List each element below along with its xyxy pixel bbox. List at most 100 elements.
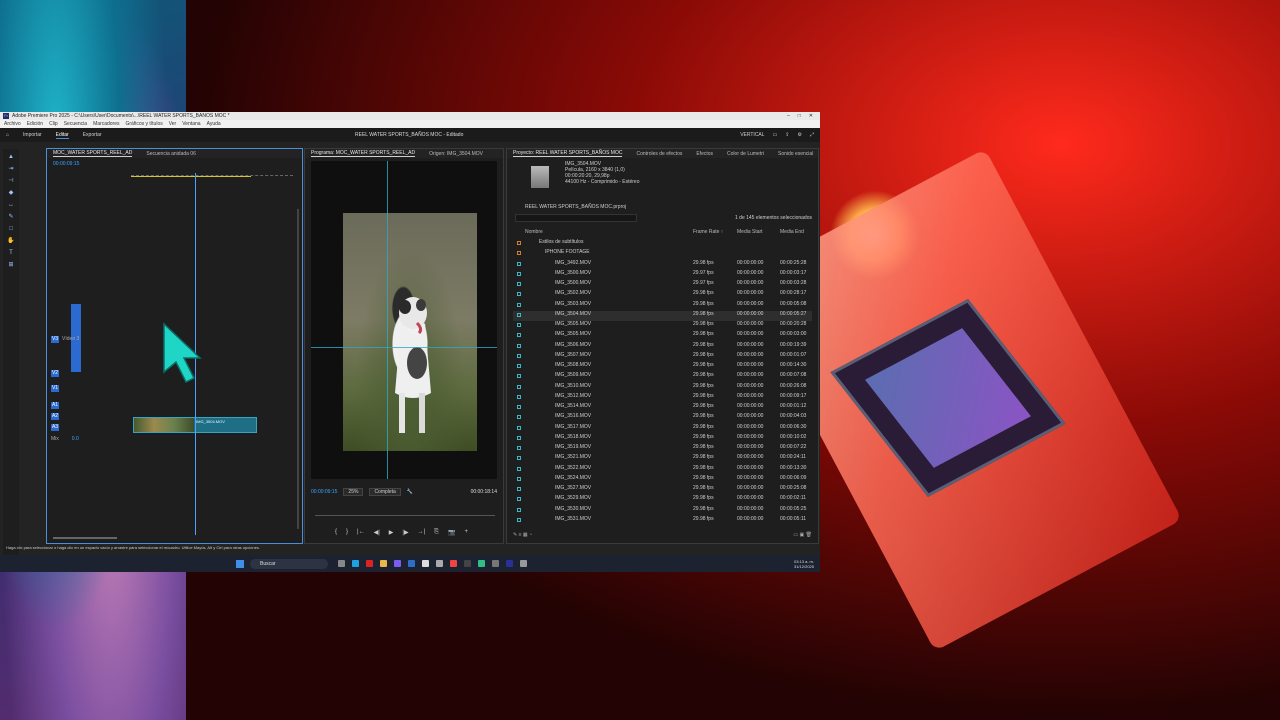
hand-tool-icon[interactable]: ✋ (7, 237, 15, 245)
export-frame-button[interactable]: 📷 (448, 529, 455, 536)
home-icon[interactable]: ⌂ (6, 132, 9, 138)
slip-tool-icon[interactable]: ↔ (7, 201, 15, 209)
track-a2[interactable]: A2 (51, 412, 59, 420)
wrench-icon[interactable]: 🔧 (407, 489, 413, 495)
lift-button[interactable]: ⎘ (434, 529, 439, 536)
menu-secuencia[interactable]: Secuencia (64, 121, 87, 127)
taskbar-clock[interactable]: 03:13 a. m. 31/12/2025 (794, 559, 814, 569)
track-id-a1[interactable]: A1 (51, 401, 59, 409)
clip-row[interactable]: IMG_3504.MOV 29.98 fps 00:00:00:00 00:00:05… (513, 310, 812, 321)
clip-row[interactable]: IMG_3517.MOV 29.98 fps 00:00:00:00 00:00:06… (513, 424, 812, 434)
razor-tool-icon[interactable]: ◆ (7, 189, 15, 197)
work-area-bar[interactable] (131, 176, 251, 177)
share-icon[interactable]: ⇪ (785, 132, 789, 138)
clip-row[interactable]: IMG_3505.MOV 29.98 fps 00:00:00:00 00:00:20… (513, 321, 812, 331)
app-green-icon[interactable] (478, 560, 485, 567)
clip-row[interactable]: IMG_3514.MOV 29.98 fps 00:00:00:00 00:00:01… (513, 403, 812, 413)
mix-value[interactable]: 0.0 (72, 436, 79, 442)
tab-sequence-main[interactable]: MOC_WATER SPORTS_REEL_AD (53, 150, 133, 157)
clip-row[interactable]: IMG_3531.MOV 29.98 fps 00:00:00:00 00:00:05… (513, 516, 812, 526)
track-v2[interactable]: V2 (51, 369, 59, 377)
clip-row[interactable]: IMG_3509.MOV 29.98 fps 00:00:00:00 00:00:07… (513, 372, 812, 382)
zoom-select[interactable]: 25% (343, 488, 364, 496)
mark-out-button[interactable]: } (346, 529, 348, 536)
col-name[interactable]: Nombre (525, 229, 543, 235)
tab-sequence-nested[interactable]: Secuencia anidada 06 (146, 151, 196, 157)
clip-row[interactable]: IMG_3502.MOV 29.98 fps 00:00:00:00 00:00:28… (513, 290, 812, 300)
clip-row[interactable]: IMG_3518.MOV 29.98 fps 00:00:00:00 00:00:10… (513, 434, 812, 444)
clip-row[interactable]: IMG_3500.MOV 29.97 fps 00:00:00:00 00:00:03… (513, 270, 812, 280)
clip-row[interactable]: IMG_3505.MOV 29.98 fps 00:00:00:00 00:00:03… (513, 331, 812, 341)
edge-icon[interactable] (352, 560, 359, 567)
step-back-button[interactable]: ◀| (374, 529, 380, 536)
tab-lumetri[interactable]: Color de Lumetri (727, 151, 764, 157)
track-a3[interactable]: A3 (51, 423, 59, 431)
clip-row[interactable]: IMG_3530.MOV 29.98 fps 00:00:00:00 00:00:05… (513, 506, 812, 516)
track-a1[interactable]: A1 (51, 401, 59, 409)
close-button[interactable]: ✕ (809, 113, 813, 119)
track-id-v1[interactable]: V1 (51, 384, 59, 392)
clip-row[interactable]: IMG_3524.MOV 29.98 fps 00:00:00:00 00:00:06… (513, 475, 812, 485)
track-id-a2[interactable]: A2 (51, 412, 59, 420)
clip-row[interactable]: IMG_3500.MOV 29.97 fps 00:00:00:00 00:00:03… (513, 280, 812, 290)
col-frame-rate[interactable]: Frame Rate ↑ (693, 229, 723, 235)
track-id-a3[interactable]: A3 (51, 423, 59, 431)
app-purple-icon[interactable] (394, 560, 401, 567)
program-viewer[interactable] (311, 161, 497, 479)
pen-tool-icon[interactable]: ✎ (7, 213, 15, 221)
clip-row[interactable]: IMG_3492.MOV 29.98 fps 00:00:00:00 00:00:25… (513, 260, 812, 270)
clip-row[interactable]: IMG_3529.MOV 29.98 fps 00:00:00:00 00:00:02… (513, 495, 812, 505)
menu-ventana[interactable]: Ventana (182, 121, 200, 127)
clip-row[interactable]: IMG_3512.MOV 29.98 fps 00:00:00:00 00:00:09… (513, 393, 812, 403)
add-button[interactable]: + (464, 529, 468, 536)
tab-essential-sound[interactable]: Sonido esencial (778, 151, 813, 157)
menu-graficos[interactable]: Gráficos y títulos (125, 121, 162, 127)
tab-effect-controls[interactable]: Controles de efectos (636, 151, 682, 157)
project-search-input[interactable] (515, 214, 637, 222)
app-white-icon[interactable] (422, 560, 429, 567)
taskbar-search[interactable]: Buscar (250, 558, 328, 569)
timeline-timecode[interactable]: 00:00:09:15 (53, 161, 79, 167)
timeline-vertical-scrollbar[interactable] (297, 209, 299, 529)
col-media-start[interactable]: Media Start (737, 229, 763, 235)
selection-tool-icon[interactable]: ▲ (7, 153, 15, 161)
clip-row[interactable]: IMG_3527.MOV 29.98 fps 00:00:00:00 00:00:25… (513, 485, 812, 495)
clip-row[interactable]: IMG_3507.MOV 29.98 fps 00:00:00:00 00:00:01… (513, 352, 812, 362)
rectangle-tool-icon[interactable]: □ (7, 225, 15, 233)
fullscreen-icon[interactable]: ⤢ (810, 132, 814, 138)
premiere-taskbar-icon[interactable] (506, 560, 513, 567)
app-red-icon[interactable] (366, 560, 373, 567)
step-forward-button[interactable]: |▶ (402, 529, 408, 536)
type-tool-icon[interactable]: T (7, 249, 15, 257)
track-select-icon[interactable]: ⇥ (7, 165, 15, 173)
folder-row[interactable]: IPHONE FOOTAGE (513, 249, 812, 259)
clip-row[interactable]: IMG_3508.MOV 29.98 fps 00:00:00:00 00:00:14… (513, 362, 812, 372)
quality-select[interactable]: Completa (369, 488, 401, 496)
col-media-end[interactable]: Media End (780, 229, 804, 235)
track-v1[interactable]: V1 (51, 384, 59, 392)
tab-effects[interactable]: Efectos (696, 151, 713, 157)
tab-editar[interactable]: Editar (55, 132, 69, 139)
pencil-icon[interactable]: ✎ ≡ ▦ ◔ (513, 532, 532, 538)
clip-row[interactable]: IMG_3510.MOV 29.98 fps 00:00:00:00 00:00:26… (513, 383, 812, 393)
app-blue-icon[interactable] (408, 560, 415, 567)
mark-in-button[interactable]: { (335, 529, 337, 536)
program-timecode[interactable]: 00:00:09:15 (311, 489, 337, 495)
panel-layout-icon[interactable]: ▭ (773, 132, 778, 138)
layout-label[interactable]: VERTICAL (740, 132, 764, 138)
app-dark-icon[interactable] (464, 560, 471, 567)
clip-row[interactable]: IMG_3503.MOV 29.98 fps 00:00:00:00 00:00:05… (513, 301, 812, 311)
menu-archivo[interactable]: Archivo (4, 121, 21, 127)
tab-program[interactable]: Programa: MOC_WATER SPORTS_REEL_AD (311, 150, 416, 157)
clip-row[interactable]: IMG_3519.MOV 29.98 fps 00:00:00:00 00:00:07… (513, 444, 812, 454)
time-ruler[interactable] (131, 175, 293, 179)
app-gray2-icon[interactable] (492, 560, 499, 567)
chrome-icon[interactable] (450, 560, 457, 567)
timeline-horizontal-scrollbar[interactable] (53, 537, 117, 539)
windows-start-icon[interactable] (236, 559, 244, 568)
task-view-icon[interactable] (338, 560, 345, 567)
track-id-v2[interactable]: V2 (51, 369, 59, 377)
menu-marcadores[interactable]: Marcadores (93, 121, 119, 127)
program-scrub-bar[interactable] (315, 515, 495, 519)
play-button[interactable]: ▶ (389, 529, 394, 536)
